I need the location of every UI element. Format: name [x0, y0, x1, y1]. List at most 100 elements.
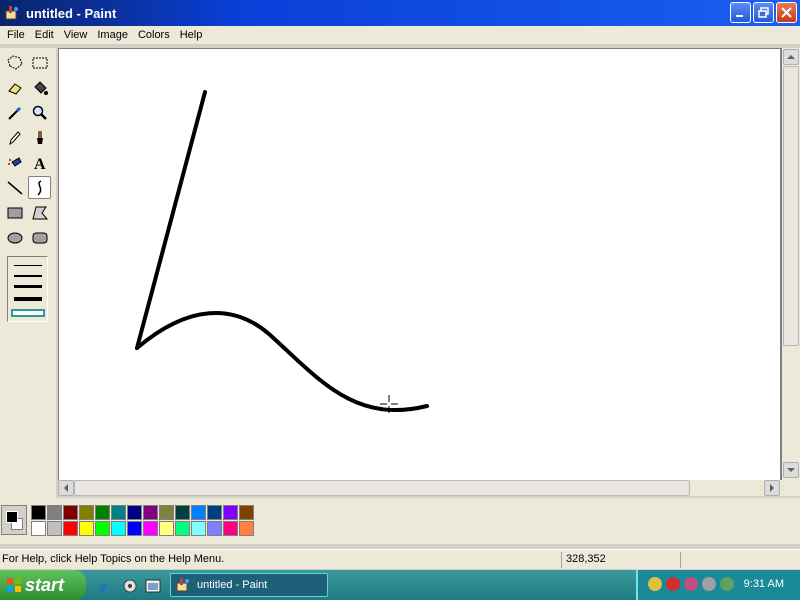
minimize-icon: [736, 15, 743, 17]
brush-tool[interactable]: [28, 126, 51, 149]
eraser-icon: [7, 82, 22, 95]
palette-swatch[interactable]: [127, 505, 142, 520]
palette-swatch[interactable]: [175, 521, 190, 536]
line-width-5-selected[interactable]: [11, 309, 45, 317]
vertical-scroll-thumb[interactable]: [783, 66, 799, 346]
show-desktop-icon[interactable]: [144, 577, 162, 595]
color-palette: [0, 498, 800, 544]
taskbar-paint-label: untitled - Paint: [197, 579, 268, 591]
palette-swatch[interactable]: [143, 505, 158, 520]
curve-tool[interactable]: [28, 176, 51, 199]
ellipse-icon: [7, 232, 22, 243]
fill-icon: [33, 80, 48, 95]
toolbox: A: [0, 48, 56, 498]
paint-app-icon: [5, 6, 18, 20]
line-width-4[interactable]: [14, 297, 42, 301]
palette-swatch[interactable]: [191, 505, 206, 520]
text-tool[interactable]: A: [28, 151, 51, 174]
menu-image[interactable]: Image: [92, 26, 133, 44]
free-form-select-tool[interactable]: [3, 51, 26, 74]
title-bar: untitled - Paint: [0, 0, 800, 26]
polygon-tool[interactable]: [28, 201, 51, 224]
foreground-color: [6, 511, 18, 523]
cursor-coordinates: 328,352: [566, 553, 606, 565]
palette-swatch[interactable]: [79, 505, 94, 520]
line-width-2[interactable]: [14, 275, 42, 277]
magnifier-tool[interactable]: [28, 101, 51, 124]
select-tool[interactable]: [28, 51, 51, 74]
menu-view[interactable]: View: [59, 26, 93, 44]
tray-update-icon[interactable]: [720, 577, 734, 591]
taskbar-paint-button[interactable]: untitled - Paint: [170, 573, 328, 597]
tray-network-icon[interactable]: [684, 577, 698, 591]
restore-button[interactable]: [753, 2, 774, 23]
menu-help[interactable]: Help: [175, 26, 208, 44]
close-button[interactable]: [776, 2, 797, 23]
palette-swatch[interactable]: [111, 521, 126, 536]
menu-colors[interactable]: Colors: [133, 26, 175, 44]
horizontal-scroll-thumb[interactable]: [74, 480, 690, 496]
line-tool[interactable]: [3, 176, 26, 199]
windows-flag-icon: [7, 578, 21, 592]
fill-tool[interactable]: [28, 76, 51, 99]
palette-swatch[interactable]: [63, 505, 78, 520]
brush-icon: [36, 130, 43, 144]
drawing-canvas[interactable]: [59, 49, 780, 480]
tray-volume-icon[interactable]: [702, 577, 716, 591]
horizontal-scrollbar[interactable]: [58, 480, 782, 496]
scroll-right-button[interactable]: [764, 480, 780, 496]
tray-security-icon[interactable]: [666, 577, 680, 591]
status-separator: [680, 552, 681, 568]
internet-explorer-icon[interactable]: e: [98, 577, 116, 595]
scroll-down-button[interactable]: [783, 462, 799, 478]
palette-swatch[interactable]: [95, 521, 110, 536]
menu-bar: File Edit View Image Colors Help: [0, 26, 800, 44]
palette-swatch[interactable]: [223, 521, 238, 536]
palette-swatch[interactable]: [31, 505, 46, 520]
menu-file[interactable]: File: [2, 26, 30, 44]
palette-swatch[interactable]: [207, 505, 222, 520]
menu-edit[interactable]: Edit: [30, 26, 59, 44]
scroll-left-button[interactable]: [58, 480, 74, 496]
palette-swatch[interactable]: [223, 505, 238, 520]
pencil-tool[interactable]: [3, 126, 26, 149]
palette-swatch[interactable]: [47, 521, 62, 536]
minimize-button[interactable]: [730, 2, 751, 23]
curve-icon: [36, 179, 41, 196]
pick-color-tool[interactable]: [3, 101, 26, 124]
drawn-curve-stroke: [135, 311, 429, 412]
palette-swatch[interactable]: [79, 521, 94, 536]
rounded-rectangle-tool[interactable]: [28, 226, 51, 249]
select-icon: [32, 57, 47, 68]
palette-swatch[interactable]: [47, 505, 62, 520]
palette-swatch[interactable]: [143, 521, 158, 536]
arrow-down-icon: [787, 468, 795, 472]
line-width-3[interactable]: [14, 285, 42, 288]
palette-swatch[interactable]: [31, 521, 46, 536]
start-button[interactable]: start: [0, 570, 86, 600]
close-icon: [781, 7, 792, 18]
eraser-tool[interactable]: [3, 76, 26, 99]
airbrush-icon: [7, 156, 22, 167]
palette-swatch[interactable]: [175, 505, 190, 520]
quick-launch-app-icon[interactable]: [121, 577, 139, 595]
line-width-1[interactable]: [14, 265, 42, 266]
rectangle-tool[interactable]: [3, 201, 26, 224]
palette-swatch[interactable]: [239, 505, 254, 520]
vertical-scrollbar[interactable]: [782, 48, 800, 496]
ellipse-tool[interactable]: [3, 226, 26, 249]
palette-swatch[interactable]: [191, 521, 206, 536]
system-tray: 9:31 AM: [636, 570, 800, 600]
palette-swatch[interactable]: [159, 505, 174, 520]
tray-app-icon[interactable]: [648, 577, 662, 591]
text-icon: A: [34, 156, 46, 172]
palette-swatch[interactable]: [127, 521, 142, 536]
palette-swatch[interactable]: [159, 521, 174, 536]
palette-swatch[interactable]: [239, 521, 254, 536]
palette-swatch[interactable]: [95, 505, 110, 520]
palette-swatch[interactable]: [63, 521, 78, 536]
palette-swatch[interactable]: [111, 505, 126, 520]
scroll-up-button[interactable]: [783, 49, 799, 65]
palette-swatch[interactable]: [207, 521, 222, 536]
airbrush-tool[interactable]: [3, 151, 26, 174]
